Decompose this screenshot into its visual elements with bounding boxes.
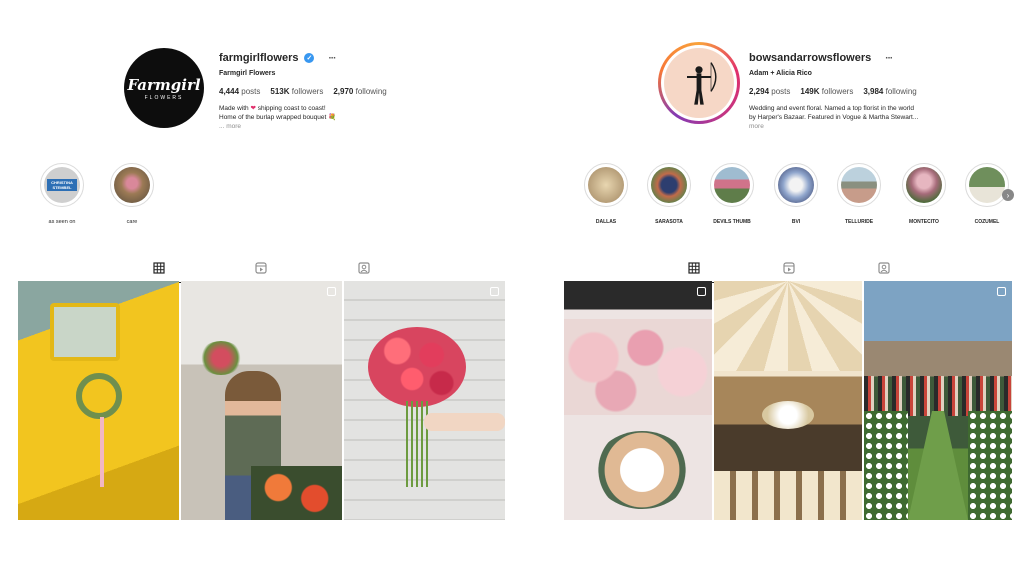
carousel-badge-icon [997, 287, 1006, 296]
username[interactable]: bowsandarrowsflowers [749, 52, 871, 64]
posts-count: 2,294 posts [749, 87, 791, 96]
post-image-white-flowers-right [968, 411, 1012, 520]
post-image-plate [594, 431, 690, 509]
highlight-label: DALLAS [595, 219, 617, 225]
followers-count[interactable]: 149K followers [800, 87, 853, 96]
reels-icon[interactable] [783, 262, 795, 274]
full-name: Adam + Alicia Rico [749, 70, 812, 77]
highlight-label: DEVILS THUMB [713, 219, 751, 225]
bio: Made with ❤ shipping coast to coast! Hom… [219, 104, 409, 131]
highlight-label: as seen on [48, 219, 76, 225]
tagged-icon[interactable] [358, 262, 370, 274]
highlight-sarasota[interactable]: SARASOTA [647, 163, 691, 225]
bio-more-link[interactable]: ... more [219, 122, 409, 131]
highlight-dallas[interactable]: DALLAS [584, 163, 628, 225]
highlight-as-seen-on[interactable]: CHRISTINA STEMBEL as seen on [40, 163, 84, 225]
highlight-telluride[interactable]: TELLURIDE [837, 163, 881, 225]
profile-stats: 4,444 posts 513K followers 2,970 followi… [219, 87, 387, 96]
highlight-label: MONTECITO [909, 219, 939, 225]
post-thumbnail[interactable] [344, 281, 505, 520]
post-thumbnail[interactable] [18, 281, 179, 520]
more-options-icon[interactable]: ··· [885, 53, 893, 64]
heart-icon: ❤ [250, 105, 256, 112]
post-image-chandelier [762, 401, 814, 429]
profile-avatar[interactable] [658, 42, 740, 124]
post-image-ribbon [100, 417, 104, 487]
highlight-label: COZUMEL [974, 219, 1000, 225]
avatar-logo-subtext: FLOWERS [144, 94, 184, 101]
reel-badge-icon [327, 287, 336, 296]
post-thumbnail[interactable] [714, 281, 862, 520]
tagged-icon[interactable] [878, 262, 890, 274]
post-image-tent [714, 281, 862, 371]
verified-badge-icon: ✓ [304, 53, 315, 63]
avatar-logo-text: Farmgirl [127, 75, 201, 94]
highlight-label: care [126, 219, 138, 225]
bio: Wedding and event floral. Named a top fl… [749, 104, 949, 131]
posts-grid-icon[interactable] [153, 262, 165, 274]
posts-grid-icon[interactable] [688, 262, 700, 274]
profile-avatar[interactable]: Farmgirl FLOWERS [124, 48, 204, 128]
following-count[interactable]: 2,970 following [333, 87, 386, 96]
username-row: bowsandarrowsflowers ··· [749, 52, 893, 64]
post-image-flowers [564, 319, 712, 415]
post-thumbnail[interactable] [181, 281, 342, 520]
following-count[interactable]: 3,984 following [863, 87, 916, 96]
archer-silhouette-icon [687, 62, 717, 105]
highlight-devils-thumb[interactable]: DEVILS THUMB [710, 163, 754, 225]
post-thumbnail[interactable] [564, 281, 712, 520]
highlight-label: SARASOTA [655, 219, 683, 225]
highlight-badge-text: CHRISTINA STEMBEL [47, 179, 77, 191]
more-options-icon[interactable]: ··· [328, 53, 336, 64]
post-image-aisle [908, 411, 968, 520]
highlight-bvi[interactable]: BVI [774, 163, 818, 225]
profile-bowsandarrowsflowers: bowsandarrowsflowers ··· Adam + Alicia R… [512, 0, 1024, 573]
posts-count: 4,444 posts [219, 87, 261, 96]
post-image-dahlias [368, 327, 466, 407]
highlight-label: BVI [791, 219, 801, 225]
reel-badge-icon [490, 287, 499, 296]
post-image-truck-window [50, 303, 120, 361]
highlight-montecito[interactable]: MONTECITO [902, 163, 946, 225]
chevron-right-icon[interactable]: › [1002, 189, 1014, 201]
post-thumbnail[interactable] [864, 281, 1012, 520]
post-image-flowers [199, 341, 243, 375]
full-name: Farmgirl Flowers [219, 70, 276, 77]
highlight-care[interactable]: care [110, 163, 154, 225]
post-image-white-flowers-left [864, 411, 908, 520]
username[interactable]: farmgirlflowers [219, 52, 298, 64]
bio-more-link[interactable]: more [749, 122, 949, 131]
highlight-label: TELLURIDE [844, 219, 874, 225]
profile-stats: 2,294 posts 149K followers 3,984 followi… [749, 87, 917, 96]
post-image-tables [714, 471, 862, 520]
post-image-wreath [76, 373, 122, 419]
followers-count[interactable]: 513K followers [270, 87, 323, 96]
carousel-badge-icon [697, 287, 706, 296]
username-row: farmgirlflowers ✓ ··· [219, 52, 336, 64]
post-image-bouquet [251, 466, 342, 520]
post-image-hand [424, 413, 505, 431]
reels-icon[interactable] [255, 262, 267, 274]
profile-farmgirlflowers: Farmgirl FLOWERS farmgirlflowers ✓ ··· F… [0, 0, 512, 573]
post-image-guests [864, 376, 1012, 416]
